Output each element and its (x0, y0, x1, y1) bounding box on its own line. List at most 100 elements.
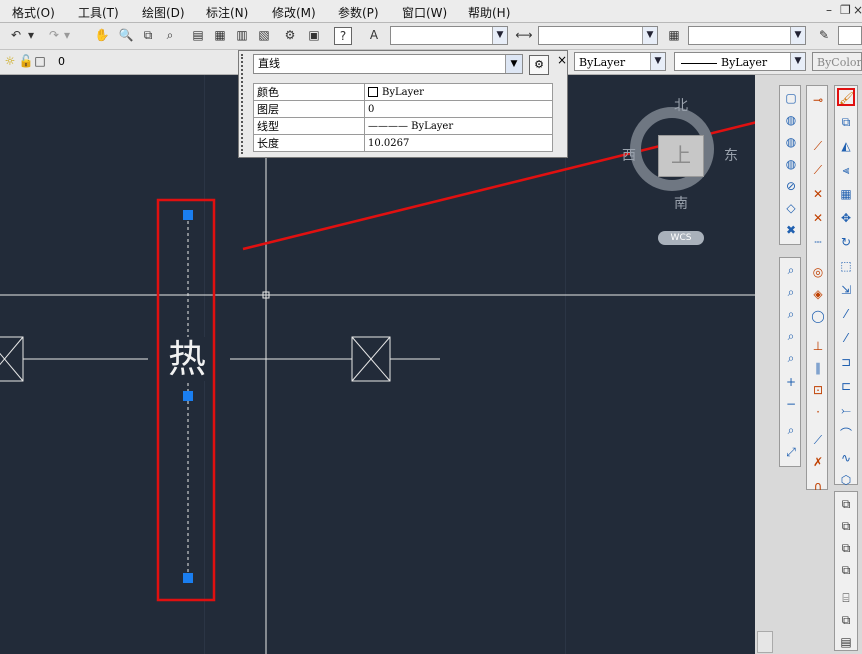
undo-dropdown-icon[interactable]: ▾ (26, 25, 36, 45)
array-icon[interactable]: ▦ (838, 186, 854, 202)
plotstyle-combo[interactable]: ByColor (812, 52, 862, 71)
blend-icon[interactable]: ∿ (838, 450, 854, 466)
help-button[interactable]: ? (334, 27, 352, 45)
mirror-icon[interactable]: ◭ (838, 138, 854, 154)
osnap-settings-icon[interactable]: ∩ (810, 478, 826, 494)
zoom-window-icon[interactable]: ⧉ (138, 25, 158, 45)
snap-center-icon[interactable]: ◎ (810, 264, 826, 280)
menu-tools[interactable]: 工具(T) (78, 4, 119, 21)
trim-icon[interactable]: ⁄ (838, 306, 854, 322)
drawing-canvas[interactable]: 热 上 北 南 西 东 WCS (0, 75, 755, 654)
viewcube[interactable]: 上 北 南 西 东 WCS (622, 95, 738, 255)
compass-south[interactable]: 南 (674, 193, 688, 213)
menu-format[interactable]: 格式(O) (12, 4, 55, 21)
menu-help[interactable]: 帮助(H) (468, 4, 510, 21)
chamfer-icon[interactable]: ⤚ (838, 402, 854, 418)
zoom-center-icon[interactable]: ⌕ (783, 328, 799, 344)
zoom-window-icon[interactable]: ⌕ (783, 262, 799, 278)
compass-east[interactable]: 东 (724, 145, 738, 165)
text-front-icon[interactable]: ⌸ (838, 590, 854, 606)
view-cube-icon[interactable]: ▢ (783, 90, 799, 106)
snap-apparent-icon[interactable]: ✕ (810, 210, 826, 226)
snap-parallel-icon[interactable]: ∥ (810, 360, 826, 376)
redo-dropdown-icon[interactable]: ▾ (62, 25, 72, 45)
send-back-icon[interactable]: ⧉ (838, 518, 854, 534)
snap-extension-icon[interactable]: ┄ (810, 234, 826, 250)
multileader-style-icon[interactable]: ✎ (814, 25, 834, 45)
fillet-icon[interactable]: ⌒ (838, 426, 854, 442)
tool-palettes-icon[interactable]: ▥ (232, 25, 252, 45)
current-layer-name[interactable]: 0 (58, 55, 65, 68)
menu-dimension[interactable]: 标注(N) (206, 4, 248, 21)
snap-quadrant-icon[interactable]: ◈ (810, 286, 826, 302)
zoom-dynamic-icon[interactable]: ⌕ (783, 284, 799, 300)
panel-close-icon[interactable]: × (557, 53, 567, 67)
dim-style-icon[interactable]: ⟷ (514, 25, 534, 45)
copy-icon[interactable]: ⧉ (838, 114, 854, 130)
rotate-icon[interactable]: ↻ (838, 234, 854, 250)
dims-front-icon[interactable]: ⧉ (838, 612, 854, 628)
bring-above-icon[interactable]: ⧉ (838, 540, 854, 556)
sheet-set-icon[interactable]: ▧ (254, 25, 274, 45)
snap-insert-icon[interactable]: ⊡ (810, 382, 826, 398)
minimize-icon[interactable]: – (826, 3, 832, 17)
bring-front-icon[interactable]: ⧉ (838, 496, 854, 512)
dim-style-combo[interactable]: ▼ (538, 26, 658, 45)
move-icon[interactable]: ✥ (838, 210, 854, 226)
property-value[interactable]: ByLayer (364, 83, 553, 101)
panel-grip[interactable] (241, 54, 251, 154)
markup-icon[interactable]: ⚙ (280, 25, 300, 45)
scale-icon[interactable]: ⬚ (838, 258, 854, 274)
temp-track-icon[interactable]: ⊸ (810, 92, 826, 108)
table-row[interactable]: 颜色 ByLayer (253, 83, 553, 101)
viewcube-top-face[interactable]: 上 (658, 135, 704, 177)
restore-icon[interactable]: ❐ (840, 3, 851, 17)
globe-icon[interactable]: ◍ (783, 112, 799, 128)
break-icon[interactable]: ⊐ (838, 354, 854, 370)
stretch-icon[interactable]: ⇲ (838, 282, 854, 298)
zoom-realtime-icon[interactable]: 🔍 (116, 25, 136, 45)
text-label-heat[interactable]: 热 (168, 337, 207, 381)
snap-midpoint-icon[interactable]: ⟋ (810, 162, 826, 178)
table-row[interactable]: 长度 10.0267 (253, 134, 553, 152)
customize-icon[interactable]: ⚙ (529, 55, 549, 75)
compass-north[interactable]: 北 (674, 95, 688, 115)
property-value[interactable]: 10.0267 (364, 134, 553, 152)
multileader-style-combo[interactable] (838, 26, 862, 45)
snap-endpoint-icon[interactable]: ⟋ (810, 138, 826, 154)
menu-modify[interactable]: 修改(M) (272, 4, 316, 21)
box-icon[interactable]: ◇ (783, 200, 799, 216)
zoom-extents-icon[interactable]: ⤢ (783, 444, 799, 460)
property-value[interactable]: ———— ByLayer (364, 117, 553, 135)
table-style-icon[interactable]: ▦ (664, 25, 684, 45)
chevron-down-icon[interactable]: ▼ (505, 55, 522, 73)
offset-icon[interactable]: ⫷ (838, 162, 854, 178)
wcs-menu-button[interactable]: WCS (658, 231, 704, 245)
no-entry-icon[interactable]: ⊘ (783, 178, 799, 194)
color-combo[interactable]: ByLayer ▼ (574, 52, 666, 71)
globe-add-icon[interactable]: ◍ (783, 134, 799, 150)
hatch-back-icon[interactable]: ▤ (838, 634, 854, 650)
menu-parametric[interactable]: 参数(P) (338, 4, 379, 21)
table-style-combo[interactable]: ▼ (688, 26, 806, 45)
property-value[interactable]: 0 (364, 100, 553, 118)
snap-intersection-icon[interactable]: ✕ (810, 186, 826, 202)
join-icon[interactable]: ⊏ (838, 378, 854, 394)
zoom-previous-icon[interactable]: ⌕ (160, 25, 180, 45)
pan-icon[interactable]: ✋ (92, 25, 112, 45)
object-type-select[interactable]: 直线 ▼ (253, 54, 523, 74)
zoom-scale-icon[interactable]: ⌕ (783, 306, 799, 322)
table-row[interactable]: 图层 0 (253, 100, 553, 118)
snap-nearest-icon[interactable]: ⟋ (810, 432, 826, 448)
menu-window[interactable]: 窗口(W) (402, 4, 447, 21)
table-row[interactable]: 线型 ———— ByLayer (253, 117, 553, 135)
snap-none-icon[interactable]: ✗ (810, 454, 826, 470)
zoom-all-icon[interactable]: ⌕ (783, 422, 799, 438)
zoom-object-icon[interactable]: ⌕ (783, 350, 799, 366)
close-icon[interactable]: × (853, 3, 862, 17)
snap-node-icon[interactable]: · (810, 404, 826, 420)
undo-icon[interactable]: ↶ (6, 25, 26, 45)
redo-icon[interactable]: ↷ (44, 25, 64, 45)
send-under-icon[interactable]: ⧉ (838, 562, 854, 578)
match-properties-icon[interactable]: 🖌 (837, 88, 855, 106)
